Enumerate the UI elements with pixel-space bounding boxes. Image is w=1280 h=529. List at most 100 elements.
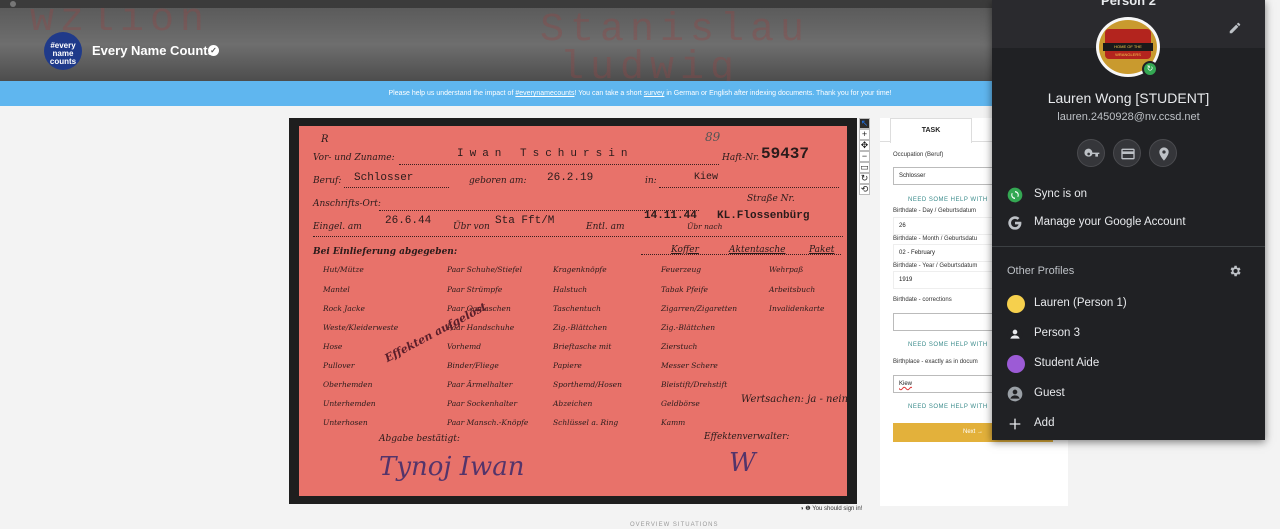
- profile-name: Lauren Wong [STUDENT]: [1047, 90, 1210, 106]
- card-item: Zig.-Blättchen: [553, 323, 608, 332]
- card-typed-value: 26.6.44: [385, 215, 432, 227]
- passwords-button[interactable]: [1077, 139, 1105, 167]
- move-icon[interactable]: ✥: [859, 140, 870, 151]
- card-item: Paar Mansch.-Knöpfe: [447, 418, 529, 427]
- card-label: Übr von: [453, 222, 490, 232]
- survey-link[interactable]: survey: [644, 90, 665, 97]
- card-item: Oberhemden: [323, 380, 373, 389]
- manage-account-row[interactable]: Manage your Google Account: [992, 210, 1265, 236]
- gear-icon[interactable]: [1228, 264, 1242, 278]
- card-item: Brieftasche mit: [553, 342, 612, 351]
- info-text: in German or English after indexing docu…: [664, 90, 892, 97]
- card-typed-value: 14.11.44: [644, 210, 697, 222]
- card-item: Geldbörse: [661, 399, 700, 408]
- rotate-icon[interactable]: ↻: [859, 173, 870, 184]
- everynamecounts-logo[interactable]: #every name counts: [44, 32, 82, 70]
- reset-icon[interactable]: ⟲: [859, 184, 870, 195]
- birth-day-label: Birthdate - Day / Geburtsdatum: [893, 208, 977, 214]
- info-text: ! You can take a short: [574, 90, 644, 97]
- card-item: Wehrpaß: [769, 265, 804, 274]
- card-label: Beruf:: [313, 176, 342, 186]
- card-item: Rock Jacke: [323, 304, 365, 313]
- birth-year-label: Birthdate - Year / Geburtsdatum: [893, 263, 978, 269]
- fit-page-icon[interactable]: ▭: [859, 162, 870, 173]
- card-item: Zigarren/Zigaretten: [661, 304, 738, 313]
- google-icon: [1008, 216, 1022, 230]
- card-label: Effektenverwalter:: [704, 432, 790, 442]
- card-item: Bleistift/Drehstift: [661, 380, 728, 389]
- card-item: Zig.-Blättchen: [661, 323, 716, 332]
- payment-methods-button[interactable]: [1113, 139, 1141, 167]
- card-item: Tabak Pfeife: [661, 285, 708, 294]
- card-item: Paar Ärmelhalter: [447, 380, 513, 389]
- sync-label: Sync is on: [1034, 188, 1088, 200]
- help-link[interactable]: NEED SOME HELP WITH: [908, 342, 988, 348]
- card-item: Taschentuch: [553, 304, 601, 313]
- card-label: Entl. am: [586, 222, 625, 232]
- lauren-avatar-icon: [1007, 295, 1025, 313]
- browser-dot: [10, 1, 16, 7]
- pointer-tool-icon[interactable]: ↖: [859, 118, 870, 129]
- card-stamp: Effekten aufgelöst: [382, 300, 489, 365]
- card-label: Abgabe bestätigt:: [379, 434, 460, 444]
- profile-item-label: Guest: [1034, 387, 1065, 399]
- card-typed-value: Kiew: [694, 172, 719, 183]
- card-typed-value: Sta Fft/M: [495, 215, 555, 227]
- profile-item-label: Student Aide: [1034, 357, 1100, 369]
- plus-icon: [1009, 418, 1021, 430]
- sync-badge-icon: ↻: [1142, 61, 1158, 77]
- add-profile-row[interactable]: Add: [992, 411, 1265, 437]
- profile-item-student-aide[interactable]: Student Aide: [992, 351, 1265, 377]
- card-item: Paar Strümpfe: [447, 285, 503, 294]
- sync-icon: [1007, 187, 1023, 203]
- card-heading: Bei Einlieferung abgegeben:: [313, 247, 458, 257]
- card-letter: R: [321, 134, 329, 145]
- card-label: Wertsachen: ja - nein: [741, 394, 849, 405]
- card-item: Vorhemd: [447, 342, 482, 351]
- document-card-image: R Vor- und Zuname: Iwan Tschursin 89 Haf…: [299, 126, 849, 496]
- card-label: Haft-Nr.: [722, 153, 760, 163]
- page-right-edge: [1265, 0, 1280, 529]
- document-viewer[interactable]: R Vor- und Zuname: Iwan Tschursin 89 Haf…: [289, 118, 857, 504]
- add-profile-label: Add: [1034, 417, 1055, 429]
- card-item: Mantel: [323, 285, 350, 294]
- sign-in-notice[interactable]: ◑ ❶ You should sign in!: [800, 505, 862, 512]
- help-link[interactable]: NEED SOME HELP WITH: [908, 197, 988, 203]
- card-item: Papiere: [553, 361, 582, 370]
- card-item: Messer Schere: [661, 361, 718, 370]
- card-item: Unterhemden: [323, 399, 376, 408]
- zoom-in-icon[interactable]: +: [859, 129, 870, 140]
- card-typed-value: KL.Flossenbürg: [717, 210, 810, 222]
- card-item: Schlüssel a. Ring: [553, 418, 619, 427]
- card-item: Halstuch: [553, 285, 588, 294]
- zoom-out-icon[interactable]: −: [859, 151, 870, 162]
- manage-account-label: Manage your Google Account: [1034, 216, 1186, 228]
- profile-item-lauren[interactable]: Lauren (Person 1): [992, 291, 1265, 317]
- addresses-button[interactable]: [1149, 139, 1177, 167]
- credit-card-icon: [1121, 148, 1135, 160]
- profile-item-guest[interactable]: Guest: [992, 381, 1265, 407]
- card-item: Paar Schuhe/Stiefel: [447, 265, 523, 274]
- everynamecounts-link[interactable]: #everynamecounts: [515, 90, 574, 97]
- info-text: Please help us understand the impact of: [388, 90, 516, 97]
- card-item: Paar Sockenhalter: [447, 399, 518, 408]
- profile-email: lauren.2450928@nv.ccsd.net: [1057, 111, 1200, 123]
- sync-row[interactable]: Sync is on: [992, 182, 1265, 208]
- profile-title: Person 2: [1101, 0, 1156, 8]
- birth-month-label: Birthdate - Month / Geburtsdatu: [893, 236, 978, 242]
- location-pin-icon: [1159, 147, 1169, 161]
- card-item: Binder/Fliege: [447, 361, 499, 370]
- bottom-caption: OVERVIEW SITUATIONS: [630, 522, 719, 528]
- brand-title[interactable]: Every Name Counts: [92, 43, 215, 58]
- card-pencil-number: 89: [705, 130, 721, 144]
- profile-item-label: Lauren (Person 1): [1034, 297, 1127, 309]
- card-haft-number: 59437: [761, 145, 810, 163]
- help-link[interactable]: NEED SOME HELP WITH: [908, 404, 988, 410]
- tab-task[interactable]: TASK: [890, 118, 972, 143]
- avatar-band: HOME OF THE WRANGLERS: [1103, 43, 1153, 57]
- profile-item-person3[interactable]: Person 3: [992, 321, 1265, 347]
- key-icon: [1084, 148, 1100, 157]
- card-item: Pullover: [323, 361, 355, 370]
- edit-pencil-icon[interactable]: [1228, 21, 1242, 35]
- card-typed-value: 26.2.19: [547, 172, 594, 184]
